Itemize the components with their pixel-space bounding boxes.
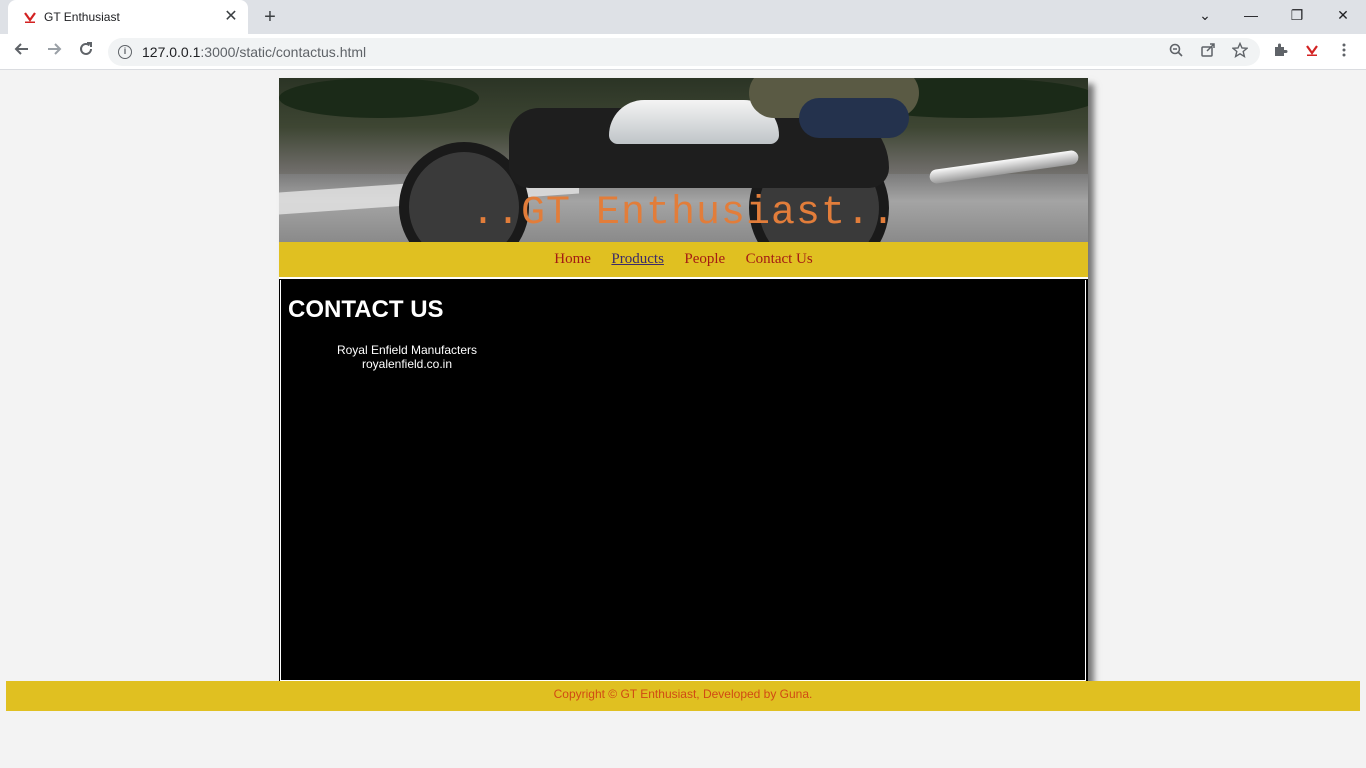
main-content: CONTACT US Royal Enfield Manufacters roy… xyxy=(280,280,1086,681)
profile-extension-icon[interactable] xyxy=(1302,42,1322,62)
page-heading: CONTACT US xyxy=(288,296,444,323)
page-viewport: ..GT Enthusiast.. Home Products People C… xyxy=(0,71,1366,768)
tab-search-icon[interactable]: ⌄ xyxy=(1182,0,1228,30)
browser-tab[interactable]: GT Enthusiast ✕ xyxy=(8,0,248,34)
menu-icon[interactable] xyxy=(1334,42,1354,62)
site-nav: Home Products People Contact Us xyxy=(279,242,1088,279)
contact-address: Royal Enfield Manufacters royalenfield.c… xyxy=(327,343,487,371)
info-icon[interactable]: i xyxy=(118,45,132,59)
address-company: Royal Enfield Manufacters xyxy=(336,343,478,357)
url-path: :3000/static/contactus.html xyxy=(200,44,367,60)
restore-button[interactable]: ❐ xyxy=(1274,0,1320,30)
tab-close-icon[interactable]: ✕ xyxy=(222,8,240,26)
star-icon[interactable] xyxy=(1230,41,1250,62)
site-title: ..GT Enthusiast.. xyxy=(470,191,897,236)
rider-leg xyxy=(799,98,909,138)
nav-people-link[interactable]: People xyxy=(684,251,725,268)
url-text[interactable]: 127.0.0.1:3000/static/contactus.html xyxy=(142,44,366,60)
site-favicon-icon xyxy=(24,12,36,23)
address-bar[interactable]: i 127.0.0.1:3000/static/contactus.html xyxy=(108,38,1260,66)
header-banner-image: ..GT Enthusiast.. xyxy=(279,78,1088,242)
forward-arrow-icon[interactable] xyxy=(42,40,66,64)
url-host: 127.0.0.1 xyxy=(142,44,201,60)
reload-icon[interactable] xyxy=(74,40,98,64)
tab-title: GT Enthusiast xyxy=(44,10,120,24)
page-footer: Copyright © GT Enthusiast, Developed by … xyxy=(6,681,1360,711)
nav-contact-link[interactable]: Contact Us xyxy=(746,251,813,268)
zoom-icon[interactable] xyxy=(1166,42,1186,62)
back-arrow-icon[interactable] xyxy=(10,40,34,64)
banner-foliage xyxy=(279,78,479,118)
address-website: royalenfield.co.in xyxy=(361,357,453,371)
nav-home-link[interactable]: Home xyxy=(554,251,591,268)
new-tab-button[interactable]: + xyxy=(258,6,282,28)
browser-toolbar: i 127.0.0.1:3000/static/contactus.html xyxy=(0,34,1366,70)
page-container: ..GT Enthusiast.. Home Products People C… xyxy=(279,78,1088,681)
share-icon[interactable] xyxy=(1198,42,1218,62)
minimize-button[interactable]: — xyxy=(1228,0,1274,30)
nav-products-link[interactable]: Products xyxy=(611,251,664,268)
browser-tabstrip: GT Enthusiast ✕ + ⌄ — ❐ ✕ xyxy=(0,0,1366,34)
extensions-icon[interactable] xyxy=(1270,42,1290,62)
close-window-button[interactable]: ✕ xyxy=(1320,0,1366,30)
